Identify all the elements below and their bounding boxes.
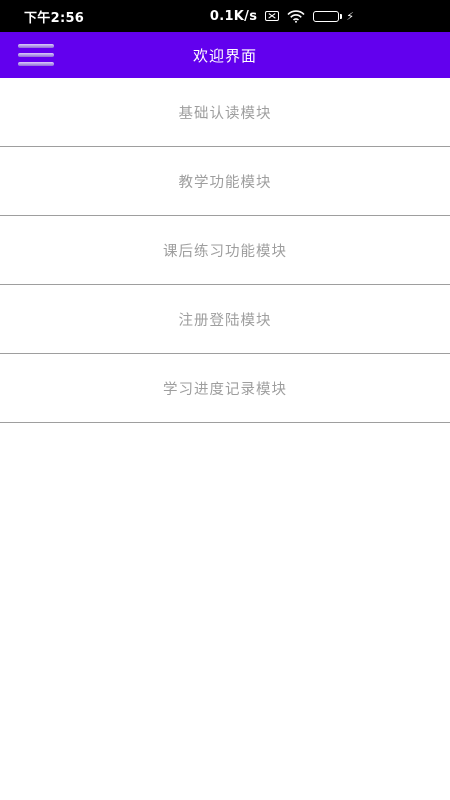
battery-icon: 81 <box>313 10 343 22</box>
module-item-progress-record[interactable]: 学习进度记录模块 <box>0 354 450 423</box>
status-time: 下午2:56 <box>24 10 85 26</box>
sim-x-icon <box>265 11 280 21</box>
module-item-register-login[interactable]: 注册登陆模块 <box>0 285 450 354</box>
module-item-teaching[interactable]: 教学功能模块 <box>0 147 450 216</box>
charging-icon: ⚡ <box>346 9 354 23</box>
app-bar: 欢迎界面 <box>0 32 450 78</box>
battery-level: 81 <box>321 11 332 20</box>
module-item-basic-reading[interactable]: 基础认读模块 <box>0 78 450 147</box>
status-bar: 下午2:56 0.1K/s 81 ⚡ <box>0 0 450 32</box>
module-list: 基础认读模块 教学功能模块 课后练习功能模块 注册登陆模块 学习进度记录模块 <box>0 78 450 423</box>
module-item-homework-practice[interactable]: 课后练习功能模块 <box>0 216 450 285</box>
wifi-icon <box>287 9 305 23</box>
status-icons: 0.1K/s 81 ⚡ <box>210 9 354 24</box>
network-speed: 0.1K/s <box>209 8 258 24</box>
page-title: 欢迎界面 <box>192 46 257 65</box>
hamburger-menu-icon[interactable] <box>18 44 54 66</box>
